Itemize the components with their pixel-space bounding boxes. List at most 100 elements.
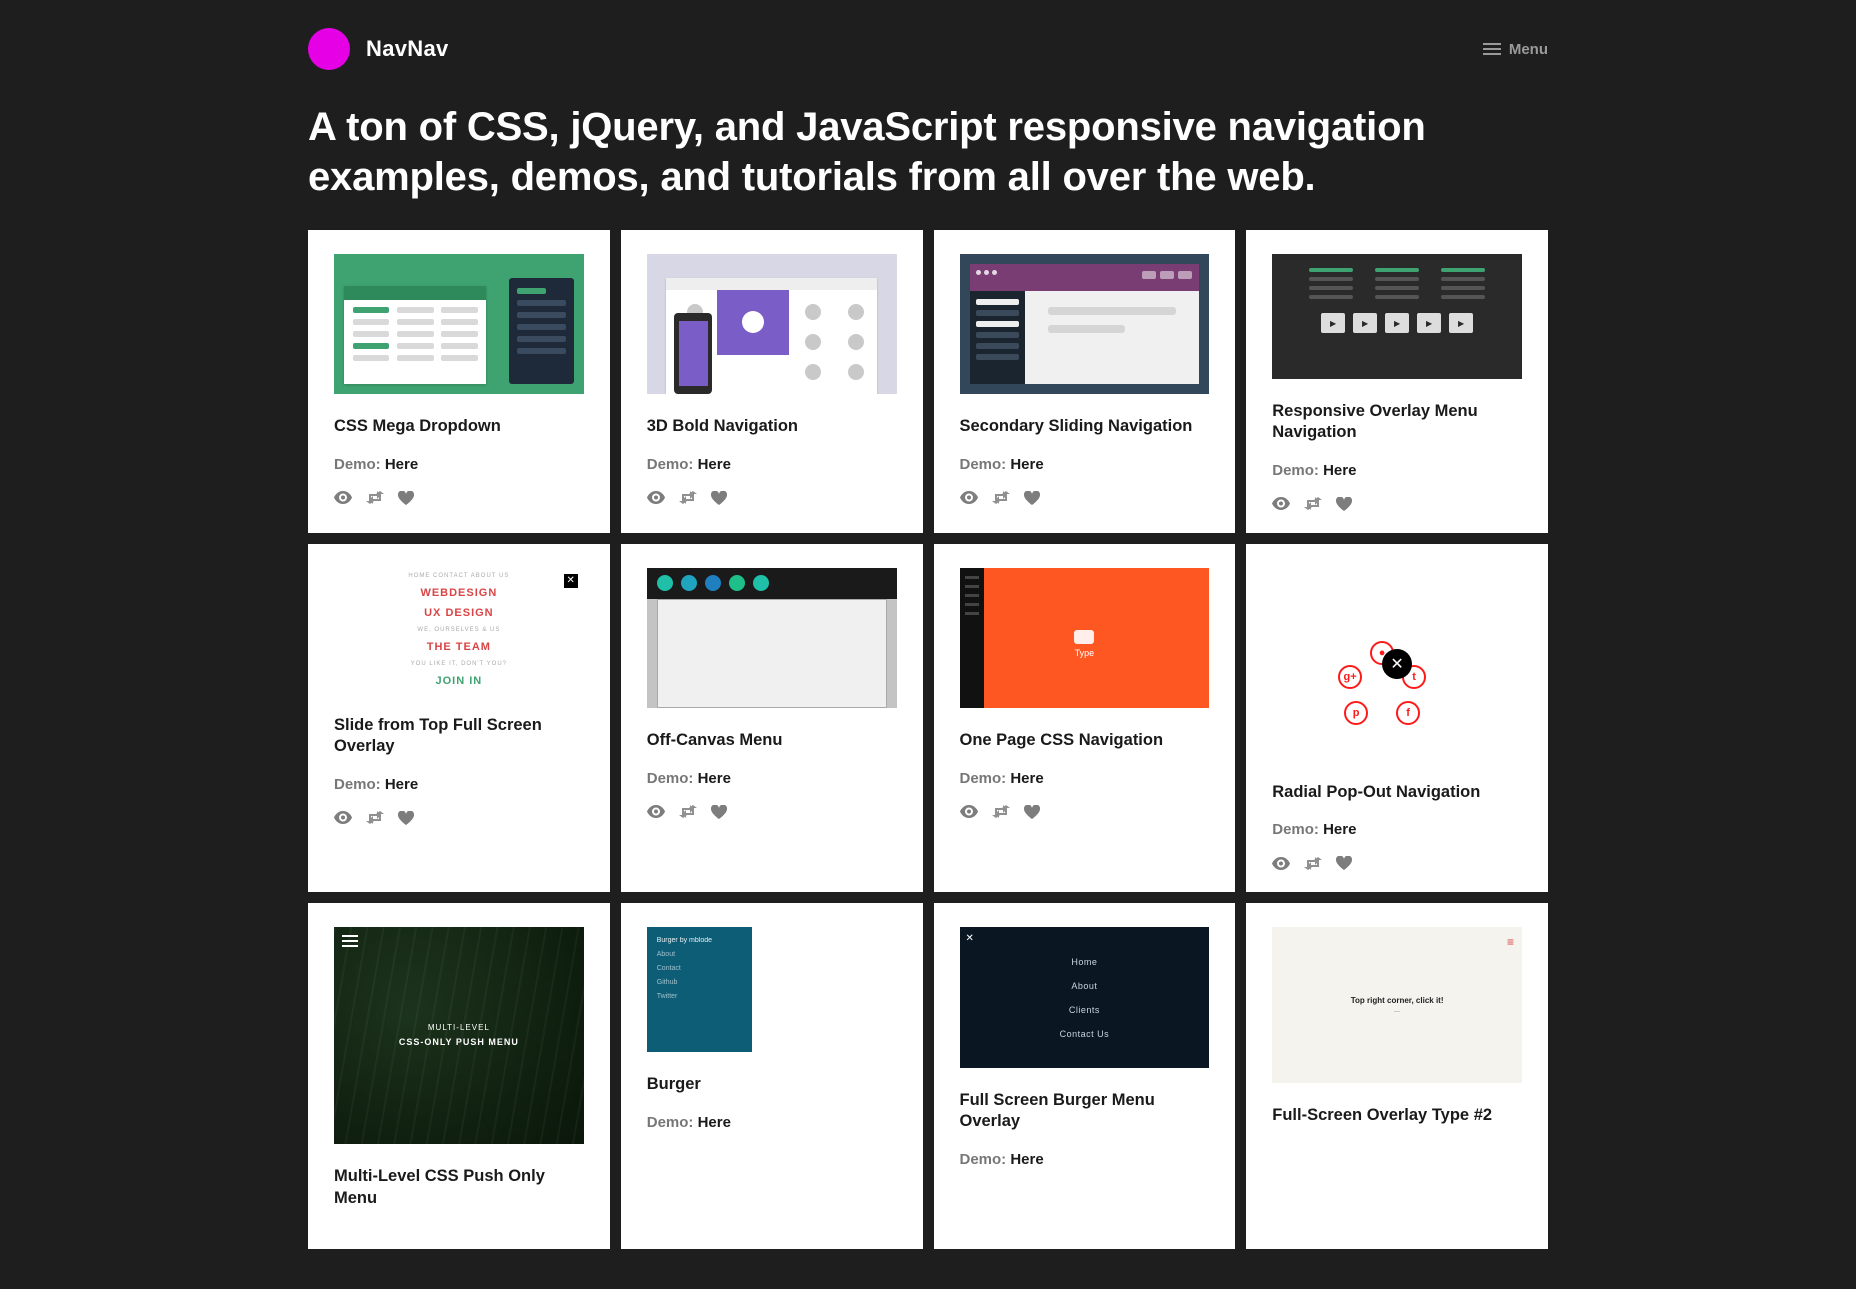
card[interactable]: ✕ HOME CONTACT ABOUT US WEBDESIGN UX DES… bbox=[308, 544, 610, 893]
menu-button[interactable]: Menu bbox=[1483, 41, 1548, 58]
card-title: Full-Screen Overlay Type #2 bbox=[1272, 1105, 1522, 1126]
eye-icon[interactable] bbox=[1272, 857, 1290, 870]
card-thumbnail bbox=[960, 254, 1210, 394]
card-title: Multi-Level CSS Push Only Menu bbox=[334, 1166, 584, 1209]
demo-link[interactable]: Here bbox=[1323, 462, 1356, 479]
card-actions bbox=[334, 491, 584, 505]
card-thumbnail bbox=[647, 568, 897, 708]
card-title: Full Screen Burger Menu Overlay bbox=[960, 1090, 1210, 1133]
card[interactable]: CSS Mega Dropdown Demo: Here bbox=[308, 230, 610, 533]
demo-line: Demo: Here bbox=[647, 1114, 897, 1131]
demo-link[interactable]: Here bbox=[385, 456, 418, 473]
heart-icon[interactable] bbox=[1024, 491, 1040, 505]
page-tagline: A ton of CSS, jQuery, and JavaScript res… bbox=[308, 88, 1548, 230]
demo-link[interactable]: Here bbox=[698, 770, 731, 787]
card-title: Slide from Top Full Screen Overlay bbox=[334, 715, 584, 758]
card[interactable]: ≡ Top right corner, click it! — Full-Scr… bbox=[1246, 903, 1548, 1249]
card-thumbnail: Type bbox=[960, 568, 1210, 708]
eye-icon[interactable] bbox=[647, 805, 665, 818]
close-icon: ✕ bbox=[564, 574, 578, 588]
demo-line: Demo: Here bbox=[960, 770, 1210, 787]
card-thumbnail: ✕ HOME CONTACT ABOUT US WEBDESIGN UX DES… bbox=[334, 568, 584, 693]
retweet-icon[interactable] bbox=[366, 811, 384, 824]
eye-icon[interactable] bbox=[647, 491, 665, 504]
card-thumbnail: ✕ HomeAbout ClientsContact Us bbox=[960, 927, 1210, 1067]
heart-icon[interactable] bbox=[1336, 856, 1352, 870]
demo-line: Demo: Here bbox=[334, 456, 584, 473]
demo-link[interactable]: Here bbox=[1323, 821, 1356, 838]
demo-line: Demo: Here bbox=[1272, 821, 1522, 838]
retweet-icon[interactable] bbox=[992, 805, 1010, 818]
eye-icon[interactable] bbox=[960, 491, 978, 504]
card-thumbnail: ✕ ●g+t pf bbox=[1272, 568, 1522, 760]
card[interactable]: ✕ HomeAbout ClientsContact Us Full Scree… bbox=[934, 903, 1236, 1249]
card-title: Radial Pop-Out Navigation bbox=[1272, 782, 1522, 803]
card-title: Burger bbox=[647, 1074, 897, 1095]
brand[interactable]: NavNav bbox=[308, 28, 449, 70]
card-thumbnail: Burger by mblode AboutContact GithubTwit… bbox=[647, 927, 897, 1052]
eye-icon[interactable] bbox=[1272, 497, 1290, 510]
eye-icon[interactable] bbox=[334, 491, 352, 504]
demo-line: Demo: Here bbox=[960, 456, 1210, 473]
demo-line: Demo: Here bbox=[334, 776, 584, 793]
card-thumbnail bbox=[334, 254, 584, 394]
retweet-icon[interactable] bbox=[679, 491, 697, 504]
card-actions bbox=[334, 811, 584, 825]
hamburger-icon bbox=[342, 935, 358, 947]
demo-link[interactable]: Here bbox=[1010, 1151, 1043, 1168]
demo-link[interactable]: Here bbox=[1010, 770, 1043, 787]
hamburger-icon bbox=[1483, 43, 1501, 55]
card-title: Secondary Sliding Navigation bbox=[960, 416, 1210, 437]
close-icon: ✕ bbox=[966, 933, 974, 944]
close-icon: ✕ bbox=[1382, 649, 1412, 679]
card[interactable]: Burger by mblode AboutContact GithubTwit… bbox=[621, 903, 923, 1249]
demo-line: Demo: Here bbox=[1272, 462, 1522, 479]
retweet-icon[interactable] bbox=[1304, 857, 1322, 870]
heart-icon[interactable] bbox=[398, 491, 414, 505]
card-title: 3D Bold Navigation bbox=[647, 416, 897, 437]
card-actions bbox=[960, 491, 1210, 505]
hamburger-icon: ≡ bbox=[1507, 935, 1514, 949]
eye-icon[interactable] bbox=[960, 805, 978, 818]
card-title: Off-Canvas Menu bbox=[647, 730, 897, 751]
retweet-icon[interactable] bbox=[1304, 497, 1322, 510]
header: NavNav Menu bbox=[308, 0, 1548, 88]
card-actions bbox=[1272, 856, 1522, 870]
card[interactable]: ✕ ●g+t pf Radial Pop-Out Navigation Demo… bbox=[1246, 544, 1548, 893]
card[interactable]: Off-Canvas Menu Demo: Here bbox=[621, 544, 923, 893]
demo-line: Demo: Here bbox=[647, 456, 897, 473]
heart-icon[interactable] bbox=[1024, 805, 1040, 819]
retweet-icon[interactable] bbox=[366, 491, 384, 504]
heart-icon[interactable] bbox=[711, 491, 727, 505]
demo-link[interactable]: Here bbox=[698, 456, 731, 473]
heart-icon[interactable] bbox=[711, 805, 727, 819]
card[interactable]: 3D Bold Navigation Demo: Here bbox=[621, 230, 923, 533]
card-grid: CSS Mega Dropdown Demo: Here 3D Bold Nav… bbox=[308, 230, 1548, 1289]
demo-line: Demo: Here bbox=[960, 1151, 1210, 1168]
card-thumbnail: MULTI-LEVELCSS-ONLY PUSH MENU bbox=[334, 927, 584, 1144]
card-thumbnail bbox=[1272, 254, 1522, 379]
card-thumbnail bbox=[647, 254, 897, 394]
retweet-icon[interactable] bbox=[679, 805, 697, 818]
retweet-icon[interactable] bbox=[992, 491, 1010, 504]
demo-link[interactable]: Here bbox=[698, 1114, 731, 1131]
card-actions bbox=[647, 805, 897, 819]
card-title: One Page CSS Navigation bbox=[960, 730, 1210, 751]
heart-icon[interactable] bbox=[1336, 497, 1352, 511]
demo-link[interactable]: Here bbox=[385, 776, 418, 793]
logo-icon bbox=[308, 28, 350, 70]
card-actions bbox=[1272, 497, 1522, 511]
card-title: CSS Mega Dropdown bbox=[334, 416, 584, 437]
card[interactable]: MULTI-LEVELCSS-ONLY PUSH MENU Multi-Leve… bbox=[308, 903, 610, 1249]
card-thumbnail: ≡ Top right corner, click it! — bbox=[1272, 927, 1522, 1083]
card[interactable]: Responsive Overlay Menu Navigation Demo:… bbox=[1246, 230, 1548, 533]
heart-icon[interactable] bbox=[398, 811, 414, 825]
card[interactable]: Secondary Sliding Navigation Demo: Here bbox=[934, 230, 1236, 533]
brand-name: NavNav bbox=[366, 36, 449, 62]
card-title: Responsive Overlay Menu Navigation bbox=[1272, 401, 1522, 444]
demo-link[interactable]: Here bbox=[1010, 456, 1043, 473]
card-actions bbox=[960, 805, 1210, 819]
card[interactable]: Type One Page CSS Navigation Demo: Here bbox=[934, 544, 1236, 893]
eye-icon[interactable] bbox=[334, 811, 352, 824]
demo-line: Demo: Here bbox=[647, 770, 897, 787]
